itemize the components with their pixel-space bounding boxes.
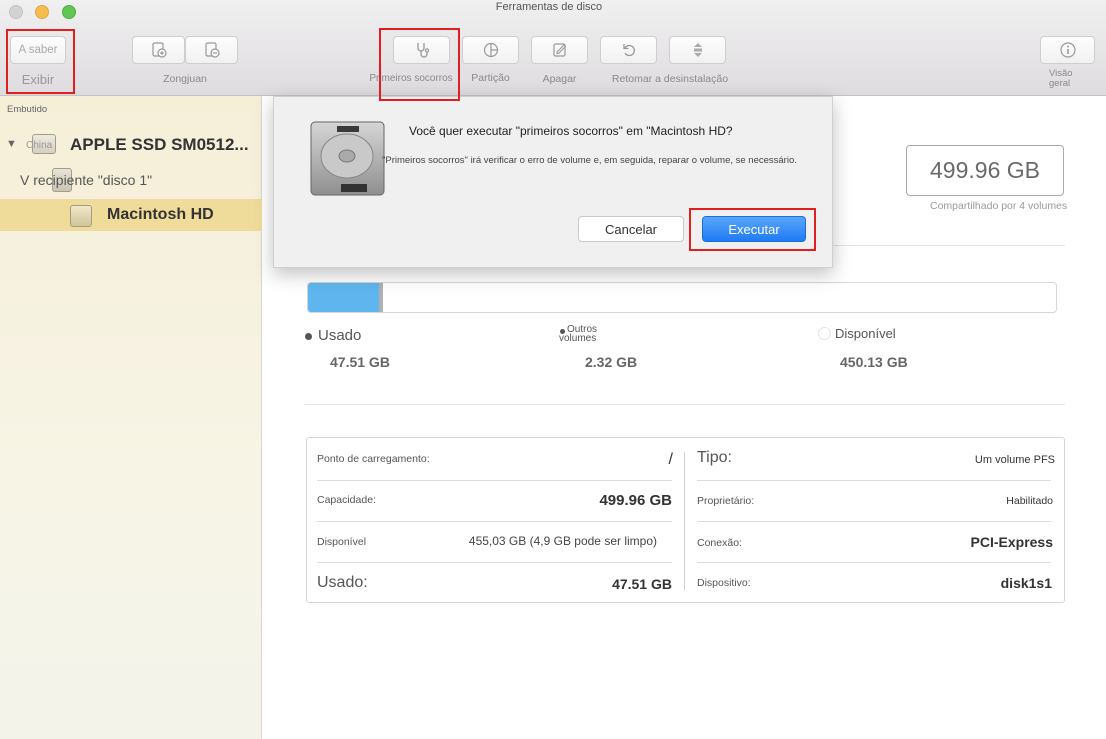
- partition-button[interactable]: [462, 36, 519, 64]
- used-value: 47.51 GB: [330, 354, 390, 370]
- partition-label: Partição: [471, 72, 510, 84]
- available-value: 450.13 GB: [840, 354, 908, 370]
- sidebar-item-container[interactable]: V recipiente "disco 1": [0, 168, 262, 192]
- erase-icon: [552, 43, 566, 57]
- add-volume-icon: [151, 42, 167, 58]
- container-name: V recipiente "disco 1": [20, 172, 153, 188]
- highlight-execute: [689, 208, 816, 251]
- dialog-message: "Primeiros socorros" irá verificar o err…: [382, 155, 797, 166]
- usage-other-segment: [379, 283, 383, 312]
- type-label: Tipo:: [697, 449, 732, 466]
- hard-drive-icon: [309, 120, 386, 197]
- connection-label: Conexão:: [697, 537, 742, 549]
- dialog-title: Você quer executar "primeiros socorros" …: [409, 124, 733, 138]
- window-title: Ferramentas de disco: [495, 1, 603, 13]
- restore-button[interactable]: [600, 36, 657, 64]
- sidebar-item-disk[interactable]: ▼ China APPLE SSD SM0512...: [0, 134, 262, 158]
- volume-name: Macintosh HD: [107, 206, 214, 223]
- mount-label: Ponto de carregamento:: [317, 453, 430, 465]
- usage-bar: [307, 282, 1057, 313]
- volume-icon: [70, 205, 92, 227]
- info-table: Ponto de carregamento: / Capacidade: 499…: [306, 437, 1065, 603]
- info-button[interactable]: [1040, 36, 1095, 64]
- highlight-first-aid: [379, 28, 460, 101]
- highlight-view: [6, 29, 75, 94]
- available-value: 455,03 GB (4,9 GB pode ser limpo): [468, 534, 657, 548]
- device-value: disk1s1: [1000, 575, 1052, 591]
- shared-note: Compartilhado por 4 volumes: [930, 200, 1068, 212]
- device-label: Dispositivo:: [697, 577, 751, 589]
- restore-arrow-icon: [622, 44, 635, 57]
- remove-volume-button[interactable]: [185, 36, 238, 64]
- row-divider: [317, 480, 672, 481]
- partition-pie-icon: [483, 42, 498, 58]
- sidebar-section-internal: Embutido: [7, 104, 48, 115]
- capacity-label: Capacidade:: [317, 494, 376, 506]
- window-close-button[interactable]: [9, 5, 23, 19]
- usage-used-segment: [308, 283, 380, 312]
- unmount-icon: [693, 43, 702, 57]
- restore-label: Retomar a desinstalação: [611, 73, 729, 85]
- owner-label: Proprietário:: [697, 495, 755, 507]
- connection-value: PCI-Express: [970, 534, 1053, 550]
- volume-label: Zongjuan: [163, 73, 207, 85]
- window-minimize-button[interactable]: [35, 5, 49, 19]
- used-value: 47.51 GB: [612, 576, 672, 592]
- used-legend-label: Usado: [318, 327, 362, 344]
- other-legend-label: Outros volumes: [559, 324, 598, 344]
- info-icon: [1059, 42, 1076, 58]
- unmount-button[interactable]: [669, 36, 726, 64]
- disclosure-triangle-icon[interactable]: ▼: [6, 138, 17, 150]
- disk-tag: China: [26, 140, 53, 151]
- type-value: Um volume PFS: [974, 454, 1055, 466]
- info-label: Visão geral: [1049, 68, 1073, 89]
- capacity-value: 499.96 GB: [599, 492, 672, 509]
- available-legend-dot: [818, 327, 831, 340]
- row-divider: [697, 562, 1051, 563]
- add-volume-button[interactable]: [132, 36, 185, 64]
- remove-volume-icon: [204, 42, 220, 58]
- divider: [305, 404, 1065, 405]
- toolbar: Ferramentas de disco A saber Exibir Zong…: [0, 0, 1106, 96]
- sidebar-item-macintosh-hd[interactable]: Macintosh HD: [0, 199, 262, 231]
- row-divider: [697, 480, 1051, 481]
- mount-value: /: [668, 451, 673, 468]
- erase-button[interactable]: [531, 36, 588, 64]
- row-divider: [697, 521, 1051, 522]
- available-legend-label: Disponível: [835, 326, 896, 341]
- available-label: Disponível: [317, 536, 367, 548]
- used-label: Usado:: [317, 574, 368, 591]
- owner-value: Habilitado: [1006, 495, 1053, 507]
- used-legend-dot: [305, 333, 312, 340]
- erase-label: Apagar: [542, 73, 577, 85]
- row-divider: [317, 562, 672, 563]
- column-divider: [684, 452, 685, 590]
- other-value: 2.32 GB: [585, 354, 638, 370]
- sidebar: Embutido ▼ China APPLE SSD SM0512... V r…: [0, 96, 262, 739]
- disk-name: APPLE SSD SM0512...: [70, 135, 249, 154]
- cancel-button[interactable]: Cancelar: [578, 216, 684, 242]
- capacity-display: 499.96 GB: [906, 145, 1064, 196]
- row-divider: [317, 521, 672, 522]
- window-zoom-button[interactable]: [62, 5, 76, 19]
